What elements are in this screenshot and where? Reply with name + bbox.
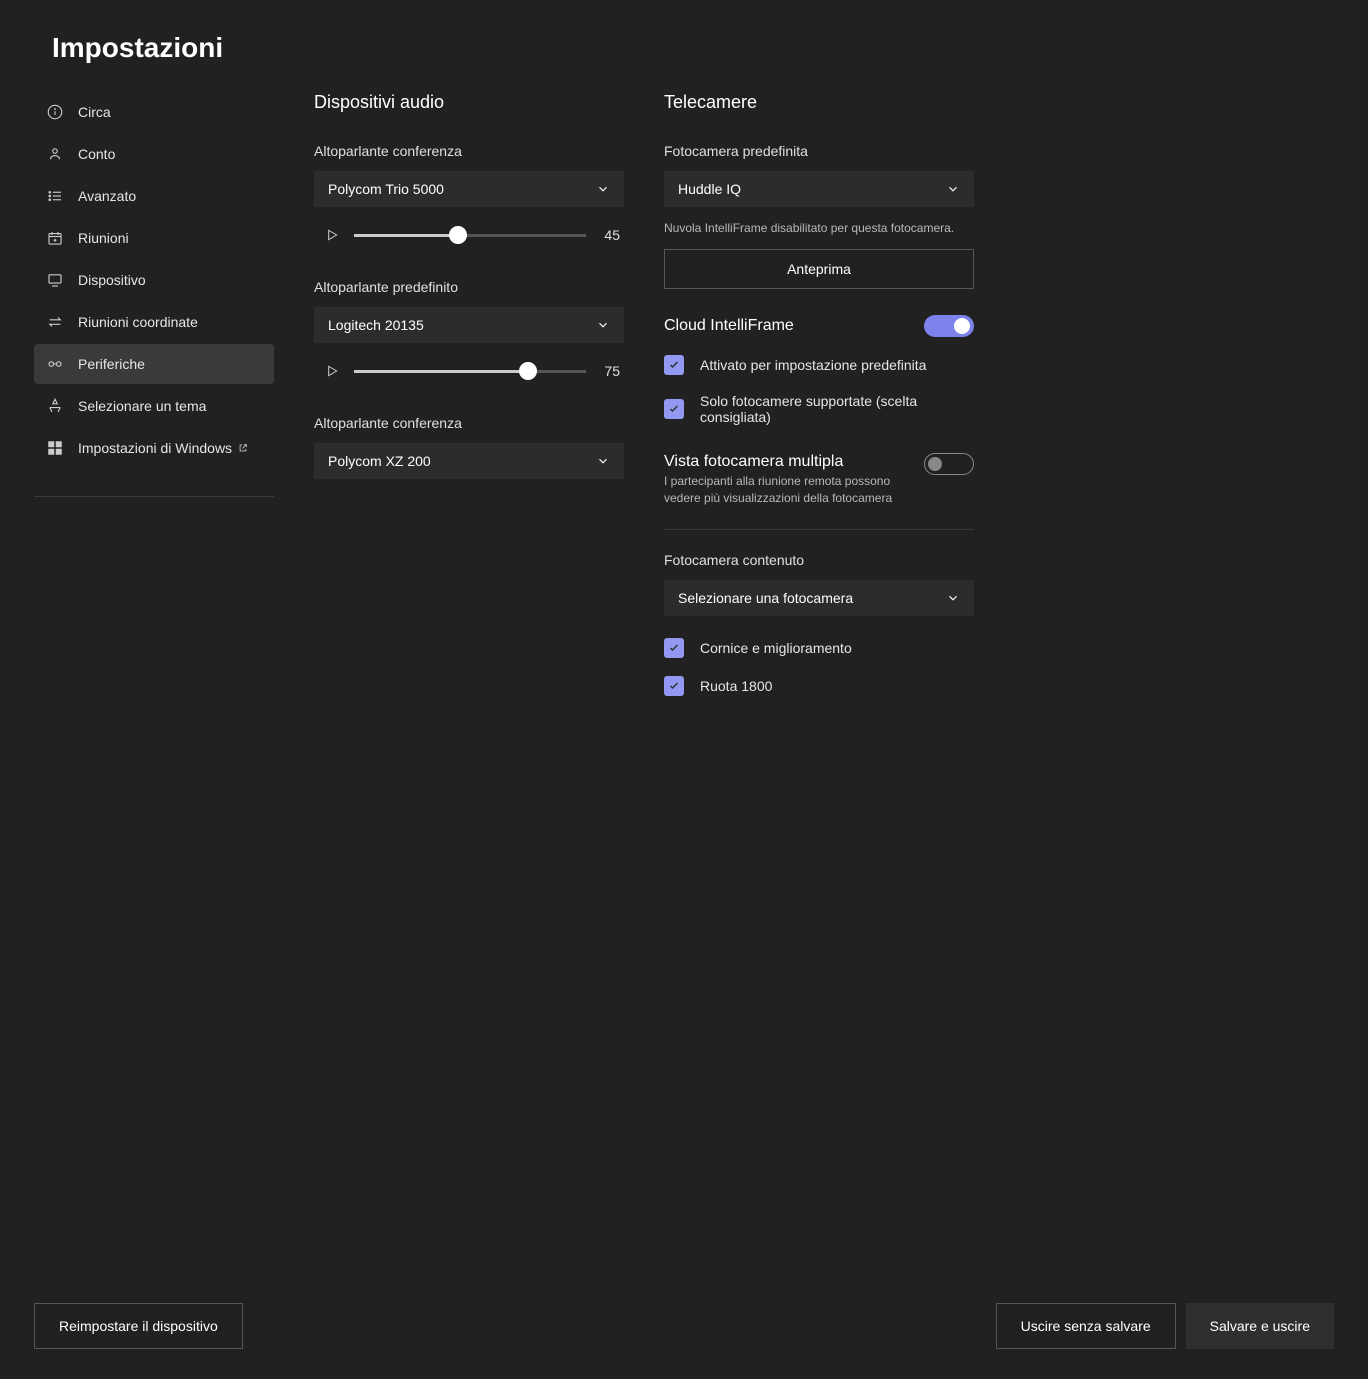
- sidebar-item-windows[interactable]: Impostazioni di Windows: [34, 428, 274, 468]
- cloud-intelli-toggle[interactable]: [924, 315, 974, 337]
- sidebar-item-label: Conto: [78, 146, 115, 162]
- exit-without-saving-button[interactable]: Uscire senza salvare: [996, 1303, 1176, 1349]
- sidebar-item-label: Selezionare un tema: [78, 398, 206, 414]
- sidebar: Circa Conto Avanzato: [34, 92, 274, 696]
- multi-view-title: Vista fotocamera multipla: [664, 453, 924, 471]
- default-camera-value: Huddle IQ: [678, 181, 741, 197]
- conf-speaker-volume-row: 45: [314, 227, 624, 243]
- conf-speaker2-dropdown[interactable]: Polycom XZ 200: [314, 443, 624, 479]
- default-speaker-label: Altoparlante predefinito: [314, 279, 624, 295]
- play-icon[interactable]: [324, 227, 340, 243]
- sidebar-item-label: Dispositivo: [78, 272, 146, 288]
- checkbox-default-on[interactable]: [664, 355, 684, 375]
- sidebar-item-coord-meetings[interactable]: Riunioni coordinate: [34, 302, 274, 342]
- page-title: Impostazioni: [52, 32, 1334, 64]
- chevron-down-icon: [946, 182, 960, 196]
- usb-icon: [46, 355, 64, 373]
- checkbox-rotate[interactable]: [664, 676, 684, 696]
- theme-icon: [46, 397, 64, 415]
- audio-title: Dispositivi audio: [314, 92, 624, 113]
- sidebar-item-peripherals[interactable]: Periferiche: [34, 344, 274, 384]
- chevron-down-icon: [596, 318, 610, 332]
- cameras-column: Telecamere Fotocamera predefinita Huddle…: [664, 92, 974, 696]
- sidebar-item-label: Impostazioni di Windows: [78, 440, 232, 456]
- cloud-intelli-title: Cloud IntelliFrame: [664, 317, 794, 335]
- save-and-exit-button[interactable]: Salvare e uscire: [1186, 1303, 1334, 1349]
- conf-speaker-value: Polycom Trio 5000: [328, 181, 444, 197]
- calendar-icon: [46, 229, 64, 247]
- chevron-down-icon: [946, 591, 960, 605]
- reset-device-button[interactable]: Reimpostare il dispositivo: [34, 1303, 243, 1349]
- sidebar-item-label: Circa: [78, 104, 111, 120]
- chevron-down-icon: [596, 454, 610, 468]
- content-camera-label: Fotocamera contenuto: [664, 552, 974, 568]
- sidebar-divider: [34, 496, 274, 497]
- default-camera-dropdown[interactable]: Huddle IQ: [664, 171, 974, 207]
- default-speaker-dropdown[interactable]: Logitech 20135: [314, 307, 624, 343]
- checkbox-supported-only-label: Solo fotocamere supportate (scelta consi…: [700, 393, 974, 425]
- sidebar-item-label: Riunioni coordinate: [78, 314, 198, 330]
- sidebar-item-meetings[interactable]: Riunioni: [34, 218, 274, 258]
- intelli-note: Nuvola IntelliFrame disabilitato per que…: [664, 221, 974, 235]
- external-link-icon: [238, 443, 248, 453]
- default-speaker-value: Logitech 20135: [328, 317, 424, 333]
- sidebar-item-advanced[interactable]: Avanzato: [34, 176, 274, 216]
- chevron-down-icon: [596, 182, 610, 196]
- preview-button[interactable]: Anteprima: [664, 249, 974, 289]
- default-camera-label: Fotocamera predefinita: [664, 143, 974, 159]
- swap-icon: [46, 313, 64, 331]
- sidebar-item-label: Avanzato: [78, 188, 136, 204]
- play-icon[interactable]: [324, 363, 340, 379]
- cameras-title: Telecamere: [664, 92, 974, 113]
- multi-view-toggle[interactable]: [924, 453, 974, 475]
- conf-speaker-label: Altoparlante conferenza: [314, 143, 624, 159]
- monitor-icon: [46, 271, 64, 289]
- sidebar-item-account[interactable]: Conto: [34, 134, 274, 174]
- person-icon: [46, 145, 64, 163]
- checkbox-frame-enhance-label: Cornice e miglioramento: [700, 640, 852, 656]
- checkbox-frame-enhance[interactable]: [664, 638, 684, 658]
- content-camera-value: Selezionare una fotocamera: [678, 590, 853, 606]
- checkbox-supported-only[interactable]: [664, 399, 684, 419]
- divider: [664, 529, 974, 530]
- sidebar-item-label: Riunioni: [78, 230, 129, 246]
- conf-speaker2-value: Polycom XZ 200: [328, 453, 431, 469]
- conf-speaker2-label: Altoparlante conferenza: [314, 415, 624, 431]
- footer: Reimpostare il dispositivo Uscire senza …: [34, 1303, 1334, 1349]
- sidebar-item-theme[interactable]: Selezionare un tema: [34, 386, 274, 426]
- sidebar-item-label: Periferiche: [78, 356, 145, 372]
- windows-icon: [46, 439, 64, 457]
- info-icon: [46, 103, 64, 121]
- default-speaker-slider[interactable]: [354, 370, 586, 373]
- default-speaker-volume-row: 75: [314, 363, 624, 379]
- list-icon: [46, 187, 64, 205]
- default-speaker-volume-value: 75: [600, 363, 620, 379]
- audio-column: Dispositivi audio Altoparlante conferenz…: [314, 92, 624, 696]
- checkbox-default-on-label: Attivato per impostazione predefinita: [700, 357, 926, 373]
- conf-speaker-volume-value: 45: [600, 227, 620, 243]
- checkbox-rotate-label: Ruota 1800: [700, 678, 772, 694]
- conf-speaker-slider[interactable]: [354, 234, 586, 237]
- conf-speaker-dropdown[interactable]: Polycom Trio 5000: [314, 171, 624, 207]
- sidebar-item-device[interactable]: Dispositivo: [34, 260, 274, 300]
- sidebar-item-about[interactable]: Circa: [34, 92, 274, 132]
- multi-view-desc: I partecipanti alla riunione remota poss…: [664, 473, 924, 507]
- content-camera-dropdown[interactable]: Selezionare una fotocamera: [664, 580, 974, 616]
